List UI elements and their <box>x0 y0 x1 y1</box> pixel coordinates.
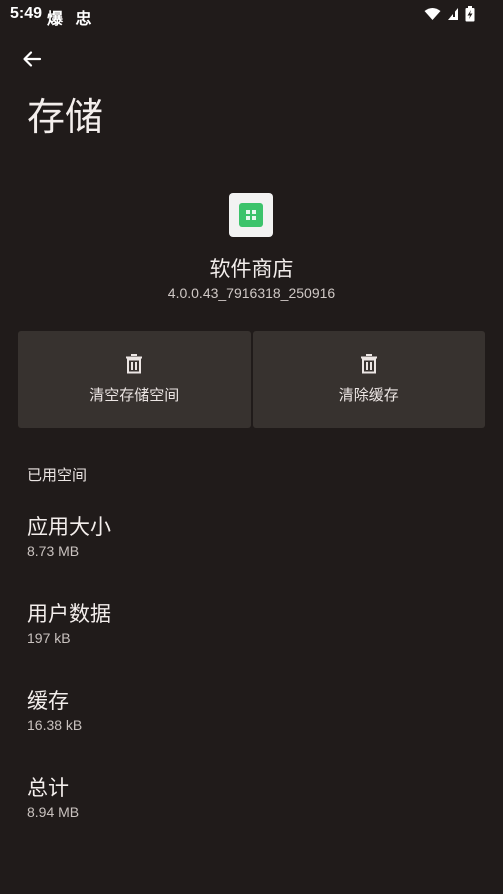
stat-label: 总计 <box>27 776 69 800</box>
trash-icon <box>360 354 377 374</box>
notification-icons: 爆 忠 <box>47 11 96 28</box>
stat-app-size: 应用大小 8.73 MB <box>27 513 111 559</box>
storage-actions: 清空存储空间 清除缓存 <box>18 331 485 428</box>
battery-charging-icon <box>465 6 475 22</box>
clear-cache-button[interactable]: 清除缓存 <box>252 331 485 428</box>
stat-value: 16.38 kB <box>27 717 83 733</box>
stat-total: 总计 8.94 MB <box>27 774 79 820</box>
stat-value: 8.73 MB <box>27 543 80 559</box>
stat-label: 应用大小 <box>27 515 111 539</box>
arrow-left-icon <box>23 51 42 67</box>
cellular-signal-icon <box>448 8 458 20</box>
wifi-icon <box>424 8 441 20</box>
system-status-icons <box>424 6 475 22</box>
clear-storage-button[interactable]: 清空存储空间 <box>18 331 251 428</box>
app-name: 软件商店 <box>209 257 294 281</box>
app-store-icon <box>239 203 263 227</box>
stat-label: 用户数据 <box>27 602 111 626</box>
clear-cache-label: 清除缓存 <box>338 386 399 404</box>
section-header-used-space: 已用空间 <box>27 466 88 484</box>
status-bar: 5:49 爆 忠 <box>0 0 503 30</box>
app-icon <box>229 193 273 237</box>
stat-cache: 缓存 16.38 kB <box>27 687 82 733</box>
trash-icon <box>126 354 143 374</box>
stat-user-data: 用户数据 197 kB <box>27 600 111 646</box>
stat-value: 197 kB <box>27 630 71 646</box>
back-button[interactable] <box>18 45 46 73</box>
app-version: 4.0.0.43_7916318_250916 <box>167 285 336 301</box>
clear-storage-label: 清空存储空间 <box>89 386 180 404</box>
status-time: 5:49 <box>10 5 43 22</box>
stat-value: 8.94 MB <box>27 804 80 820</box>
page-title: 存储 <box>27 95 104 139</box>
stat-label: 缓存 <box>27 689 69 713</box>
